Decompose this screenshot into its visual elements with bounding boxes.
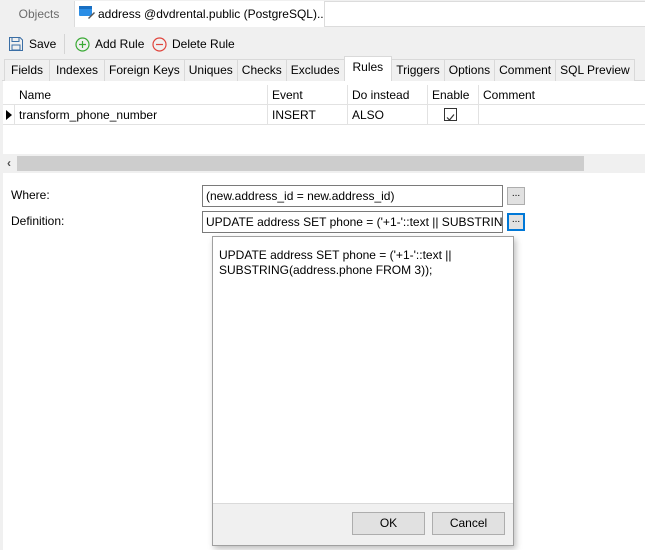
column-header-enable[interactable]: Enable: [427, 85, 478, 105]
grid-header: Name Event Do instead Enable Comment: [3, 85, 645, 105]
where-ellipsis-button[interactable]: ...: [507, 187, 525, 205]
tab-objects[interactable]: Objects: [4, 2, 74, 27]
save-label: Save: [29, 37, 57, 51]
definition-label: Definition:: [11, 214, 65, 228]
add-rule-button[interactable]: Add Rule: [75, 33, 144, 55]
column-header-do-instead[interactable]: Do instead: [347, 85, 427, 105]
plus-circle-icon: [75, 36, 90, 52]
document-tab-bar: Objects address @dvdrental.public (Postg…: [0, 0, 645, 27]
tab-rules[interactable]: Rules: [343, 56, 393, 81]
toolbar-separator: [64, 34, 65, 54]
tab-comment[interactable]: Comment: [494, 59, 557, 81]
column-header-name[interactable]: Name: [15, 85, 267, 105]
definition-editor-popup: UPDATE address SET phone = ('+1-'::text …: [212, 236, 514, 546]
tab-foreign-keys[interactable]: Foreign Keys: [104, 59, 185, 81]
cell-name[interactable]: transform_phone_number: [15, 105, 267, 125]
property-tabs: Fields Indexes Foreign Keys Uniques Chec…: [4, 56, 635, 81]
cell-comment[interactable]: [478, 105, 645, 125]
toolbar: Save Add Rule Delete Rule: [0, 27, 645, 59]
definition-ellipsis-button[interactable]: ...: [507, 213, 525, 231]
minus-circle-icon: [152, 36, 167, 52]
horizontal-scrollbar[interactable]: ‹: [3, 154, 645, 173]
tab-address-design[interactable]: address @dvdrental.public (PostgreSQL)..…: [74, 1, 325, 27]
definition-editor-text[interactable]: UPDATE address SET phone = ('+1-'::text …: [213, 237, 513, 503]
row-indicator[interactable]: [3, 105, 15, 125]
table-row[interactable]: transform_phone_number INSERT ALSO: [3, 105, 645, 125]
save-icon: [9, 37, 23, 51]
ok-button[interactable]: OK: [352, 512, 425, 535]
tab-indexes[interactable]: Indexes: [49, 59, 106, 81]
popup-footer: OK Cancel: [213, 503, 513, 545]
cancel-button[interactable]: Cancel: [432, 512, 505, 535]
tab-sql-preview[interactable]: SQL Preview: [555, 59, 635, 81]
enable-checkbox[interactable]: [444, 108, 457, 121]
tab-fields[interactable]: Fields: [4, 59, 51, 81]
tab-uniques[interactable]: Uniques: [183, 59, 238, 81]
delete-rule-label: Delete Rule: [172, 37, 235, 51]
header-indicator: [3, 85, 15, 105]
tab-triggers[interactable]: Triggers: [391, 59, 445, 81]
definition-input[interactable]: UPDATE address SET phone = ('+1-'::text …: [202, 211, 503, 233]
cell-do-instead[interactable]: ALSO: [347, 105, 427, 125]
tab-bar-empty: [325, 1, 645, 27]
tab-checks[interactable]: Checks: [236, 59, 287, 81]
tab-excludes[interactable]: Excludes: [285, 59, 345, 81]
current-row-arrow-icon: [6, 110, 12, 120]
cell-event[interactable]: INSERT: [267, 105, 347, 125]
tab-address-label: address @dvdrental.public (PostgreSQL)..…: [98, 7, 325, 21]
where-label: Where:: [11, 188, 50, 202]
rules-grid: Name Event Do instead Enable Comment tra…: [3, 81, 645, 154]
table-design-icon: [79, 2, 95, 27]
where-input[interactable]: (new.address_id = new.address_id): [202, 185, 503, 207]
column-header-comment[interactable]: Comment: [478, 85, 645, 105]
scrollbar-thumb[interactable]: [17, 156, 584, 171]
cell-enable[interactable]: [427, 105, 478, 125]
save-button[interactable]: Save: [8, 33, 56, 55]
column-header-event[interactable]: Event: [267, 85, 347, 105]
tab-options[interactable]: Options: [443, 59, 496, 81]
add-rule-label: Add Rule: [95, 37, 145, 51]
checkmark-icon: [446, 114, 455, 121]
delete-rule-button[interactable]: Delete Rule: [152, 33, 235, 55]
